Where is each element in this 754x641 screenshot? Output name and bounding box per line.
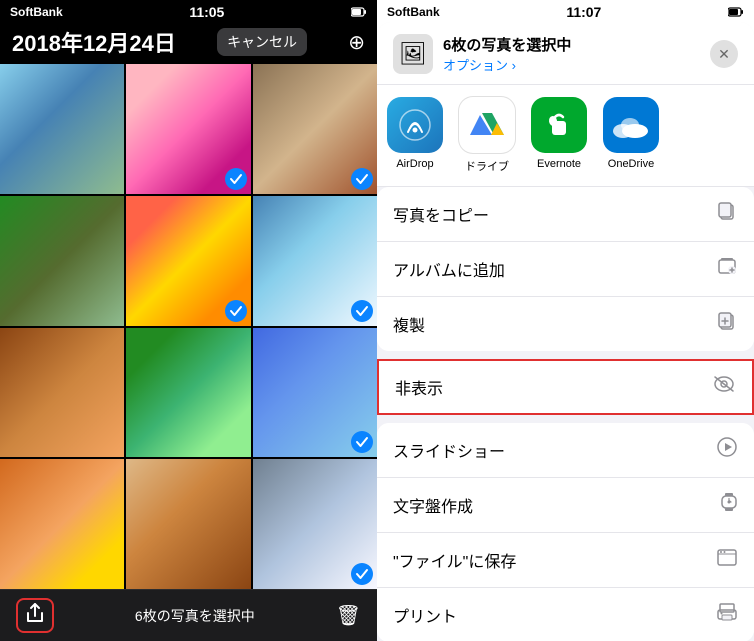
drive-icon [459,97,515,153]
hide-icon [712,374,736,400]
share-button[interactable] [16,598,54,633]
drive-svg [469,109,505,141]
check-mark-2 [225,168,247,190]
photo-cell-6[interactable] [253,196,377,326]
battery-icon-right [728,6,744,18]
photo-cell-1[interactable] [0,64,124,194]
status-icons-left [351,6,367,18]
action-section-1: 写真をコピー アルバムに追加 複製 [377,187,754,351]
airdrop-icon [387,97,443,153]
action-hide[interactable]: 非表示 [379,361,752,413]
share-icon [24,602,46,624]
photo-cell-4[interactable] [0,196,124,326]
photo-cell-5[interactable] [126,196,250,326]
evernote-label: Evernote [537,158,581,170]
app-row: AirDrop ドライブ [377,85,754,187]
action-label-slideshow: スライドショー [393,438,505,462]
left-panel: SoftBank 11:05 2018年12月24日 キャンセル ⊕ [0,0,377,641]
action-label-add-album: アルバムに追加 [393,257,505,281]
check-mark-5 [225,300,247,322]
check-mark-9 [351,431,373,453]
action-copy-photo[interactable]: 写真をコピー [377,187,754,242]
action-slideshow[interactable]: スライドショー [377,423,754,478]
app-item-onedrive[interactable]: OneDrive [603,97,659,174]
add-album-icon [716,255,738,283]
status-icons-right [728,6,744,18]
close-button[interactable]: ✕ [710,40,738,68]
evernote-icon [531,97,587,153]
action-add-album[interactable]: アルバムに追加 [377,242,754,297]
action-section-hide: 非表示 [377,359,754,415]
time-left: 11:05 [189,4,224,20]
sheet-header-icon: 🖼 [393,34,433,74]
evernote-svg [543,109,575,141]
save-files-icon [716,546,738,574]
selection-count: 6枚の写真を選択中 [135,606,255,626]
action-label-save-files: "ファイル"に保存 [393,548,516,572]
photo-cell-2[interactable] [126,64,250,194]
print-icon [716,601,738,629]
action-section-2: スライドショー 文字盤作成 "ファイル"に保存 [377,423,754,641]
share-sheet: 🖼 6枚の写真を選択中 オプション › ✕ AirDrop [377,22,754,641]
trash-button[interactable]: 🗑 [336,603,361,628]
check-mark-3 [351,168,373,190]
action-duplicate[interactable]: 複製 [377,297,754,351]
cancel-button[interactable]: キャンセル [217,28,307,56]
watch-icon [720,491,738,519]
battery-icon-left [351,6,367,18]
photo-cell-11[interactable] [126,459,250,589]
photo-cell-9[interactable] [253,328,377,458]
app-item-drive[interactable]: ドライブ [459,97,515,174]
sheet-subtitle[interactable]: オプション › [443,55,700,74]
app-item-airdrop[interactable]: AirDrop [387,97,443,174]
photo-cell-7[interactable] [0,328,124,458]
right-panel: SoftBank 11:07 🖼 6枚の写真を選択中 オプション › ✕ [377,0,754,641]
check-mark-12 [351,563,373,585]
airdrop-svg [398,108,432,142]
action-label-print: プリント [393,603,457,627]
slideshow-icon [716,436,738,464]
photo-grid [0,64,377,589]
time-right: 11:07 [566,4,601,20]
drive-label: ドライブ [465,158,509,174]
action-list: 写真をコピー アルバムに追加 複製 [377,187,754,641]
bottom-bar-left: 6枚の写真を選択中 🗑 [0,589,377,641]
sheet-title: 6枚の写真を選択中 [443,34,700,55]
carrier-left: SoftBank [10,5,63,19]
date-label: 2018年12月24日 [12,26,176,58]
status-bar-right: SoftBank 11:07 [377,0,754,22]
sheet-header-text: 6枚の写真を選択中 オプション › [443,34,700,74]
header-left: 2018年12月24日 キャンセル ⊕ [0,22,377,64]
plus-button[interactable]: ⊕ [348,30,365,55]
onedrive-label: OneDrive [608,158,654,170]
carrier-right: SoftBank [387,5,440,19]
action-label-hide: 非表示 [395,375,443,399]
photo-cell-8[interactable] [126,328,250,458]
app-item-evernote[interactable]: Evernote [531,97,587,174]
photo-cell-10[interactable] [0,459,124,589]
duplicate-icon [716,310,738,338]
copy-photo-icon [716,200,738,228]
photo-cell-3[interactable] [253,64,377,194]
action-save-files[interactable]: "ファイル"に保存 [377,533,754,588]
sheet-header: 🖼 6枚の写真を選択中 オプション › ✕ [377,22,754,85]
photo-cell-12[interactable] [253,459,377,589]
status-bar-left: SoftBank 11:05 [0,0,377,22]
check-mark-6 [351,300,373,322]
onedrive-svg [612,111,650,139]
action-label-duplicate: 複製 [393,312,425,336]
onedrive-icon [603,97,659,153]
action-label-watch-face: 文字盤作成 [393,493,473,517]
action-watch-face[interactable]: 文字盤作成 [377,478,754,533]
action-print[interactable]: プリント [377,588,754,641]
airdrop-label: AirDrop [396,158,433,170]
action-label-copy-photo: 写真をコピー [393,202,489,226]
